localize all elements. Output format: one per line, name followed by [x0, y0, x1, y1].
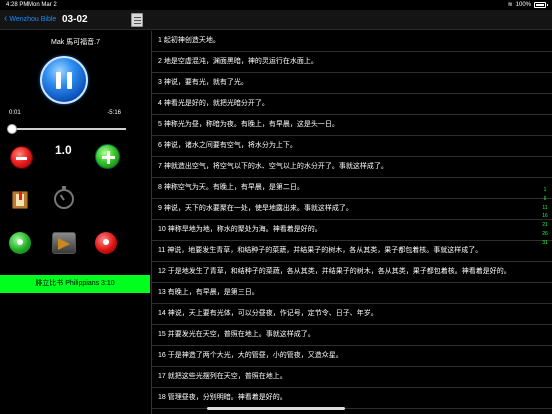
document-line	[134, 23, 141, 24]
verse-row[interactable]: 5 神称光为昼，称暗为夜。有晚上，有早晨，这是头一日。	[152, 115, 552, 136]
verse-row[interactable]: 10 神称旱地为地，称水的聚处为海。神看着是好的。	[152, 220, 552, 241]
speed-increase-button[interactable]	[95, 144, 120, 169]
verse-row[interactable]: 18 管理昼夜，分别明暗。神看着是好的。	[152, 388, 552, 409]
back-button[interactable]: ‹ Wenzhou Bible	[4, 13, 57, 24]
verse-index-item[interactable]: 31	[538, 239, 552, 248]
verse-row[interactable]: 3 神说，要有光，就有了光。	[152, 73, 552, 94]
book-title: Mak 馬可福音.7	[50, 39, 100, 46]
map-pin-green-icon[interactable]	[9, 232, 31, 254]
battery-icon	[534, 1, 548, 8]
verse-row[interactable]: 8 神称空气为天。有晚上，有早晨，是第二日。	[152, 178, 552, 199]
pause-button[interactable]	[40, 56, 88, 104]
verse-row[interactable]: 1 起初神创造天地。	[152, 31, 552, 52]
verse-row[interactable]: 17 就把这些光摆列在天空，普照在地上。	[152, 367, 552, 388]
verse-row[interactable]: 15 并要发光在天空，普照在地上。事就这样成了。	[152, 325, 552, 346]
home-indicator	[207, 407, 345, 410]
player-panel: Mak 馬可福音.7 0:01 -5:16 1.0 腓立比书 Philippia…	[0, 31, 151, 414]
remaining-time: -5:16	[107, 110, 121, 116]
current-time: 0:01	[9, 110, 21, 116]
status-bar: 4:28 PM Mon Mar 2 ≋ 100%	[0, 0, 552, 10]
verse-index-item[interactable]: 26	[538, 230, 552, 239]
battery-percent: 100%	[515, 1, 531, 8]
verse-index-item[interactable]: 21	[538, 221, 552, 230]
verse-row[interactable]: 12 于是地发生了青草，和结种子的菜蔬，各从其类，并结果子的树木，各从其类，果子…	[152, 262, 552, 283]
verse-row[interactable]: 6 神说，诸水之间要有空气，将水分为上下。	[152, 136, 552, 157]
document-icon[interactable]	[131, 13, 143, 27]
verse-row[interactable]: 2 地是空虚混沌，渊面黑暗，神的灵运行在水面上。	[152, 52, 552, 73]
verse-index-item[interactable]: 11	[538, 204, 552, 213]
verse-index[interactable]: 1 6 11 16 21 26 31	[538, 186, 552, 248]
progress-slider[interactable]	[12, 128, 126, 130]
progress-slider-handle[interactable]	[7, 124, 18, 134]
sleep-timer-icon[interactable]	[54, 186, 74, 209]
arrow-forward-icon[interactable]	[52, 232, 76, 254]
verse-row[interactable]: 11 神说，地要发生青草，和结种子的菜蔬，并结果子的树木，各从其类，果子都包着核…	[152, 241, 552, 262]
playback-speed: 1.0	[55, 143, 72, 157]
document-line	[134, 17, 141, 18]
wifi-icon: ≋	[507, 2, 513, 8]
pause-icon	[67, 72, 72, 89]
verse-index-item[interactable]: 16	[538, 212, 552, 221]
verse-list[interactable]: 1 起初神创造天地。 2 地是空虚混沌，渊面黑暗，神的灵运行在水面上。 3 神说，要…	[152, 31, 552, 414]
document-line	[134, 20, 141, 21]
verse-index-item[interactable]: 6	[538, 195, 552, 204]
page-title: 03-02	[62, 14, 88, 25]
verse-row[interactable]: 14 神说，天上要有光体，可以分昼夜，作记号，定节令、日子、年岁。	[152, 304, 552, 325]
navigation-bar: ‹ Wenzhou Bible 03-02	[0, 10, 552, 30]
verse-row[interactable]: 7 神就造出空气，将空气以下的水、空气以上的水分开了。事就这样成了。	[152, 157, 552, 178]
back-button-label: Wenzhou Bible	[9, 15, 57, 23]
reference-banner[interactable]: 腓立比书 Philippians 3:10	[0, 275, 150, 293]
verse-row[interactable]: 13 有晚上，有早晨，是第三日。	[152, 283, 552, 304]
verse-row[interactable]: 16 于是神造了两个大光，大的管昼，小的管夜，又造众星。	[152, 346, 552, 367]
bookmark-book-icon[interactable]	[12, 191, 28, 209]
verse-row[interactable]: 4 神看光是好的，就把光暗分开了。	[152, 94, 552, 115]
status-date: Mon Mar 2	[28, 2, 57, 8]
chevron-left-icon: ‹	[4, 13, 8, 24]
speed-decrease-button[interactable]	[10, 146, 33, 169]
status-right: ≋ 100%	[507, 1, 548, 8]
pause-icon	[56, 72, 61, 89]
verse-index-item[interactable]: 1	[538, 186, 552, 195]
status-time: 4:28 PM	[6, 2, 29, 8]
verse-row[interactable]: 9 神说，天下的水要聚在一处，使旱地露出来。事就这样成了。	[152, 199, 552, 220]
map-pin-red-icon[interactable]	[95, 232, 117, 254]
